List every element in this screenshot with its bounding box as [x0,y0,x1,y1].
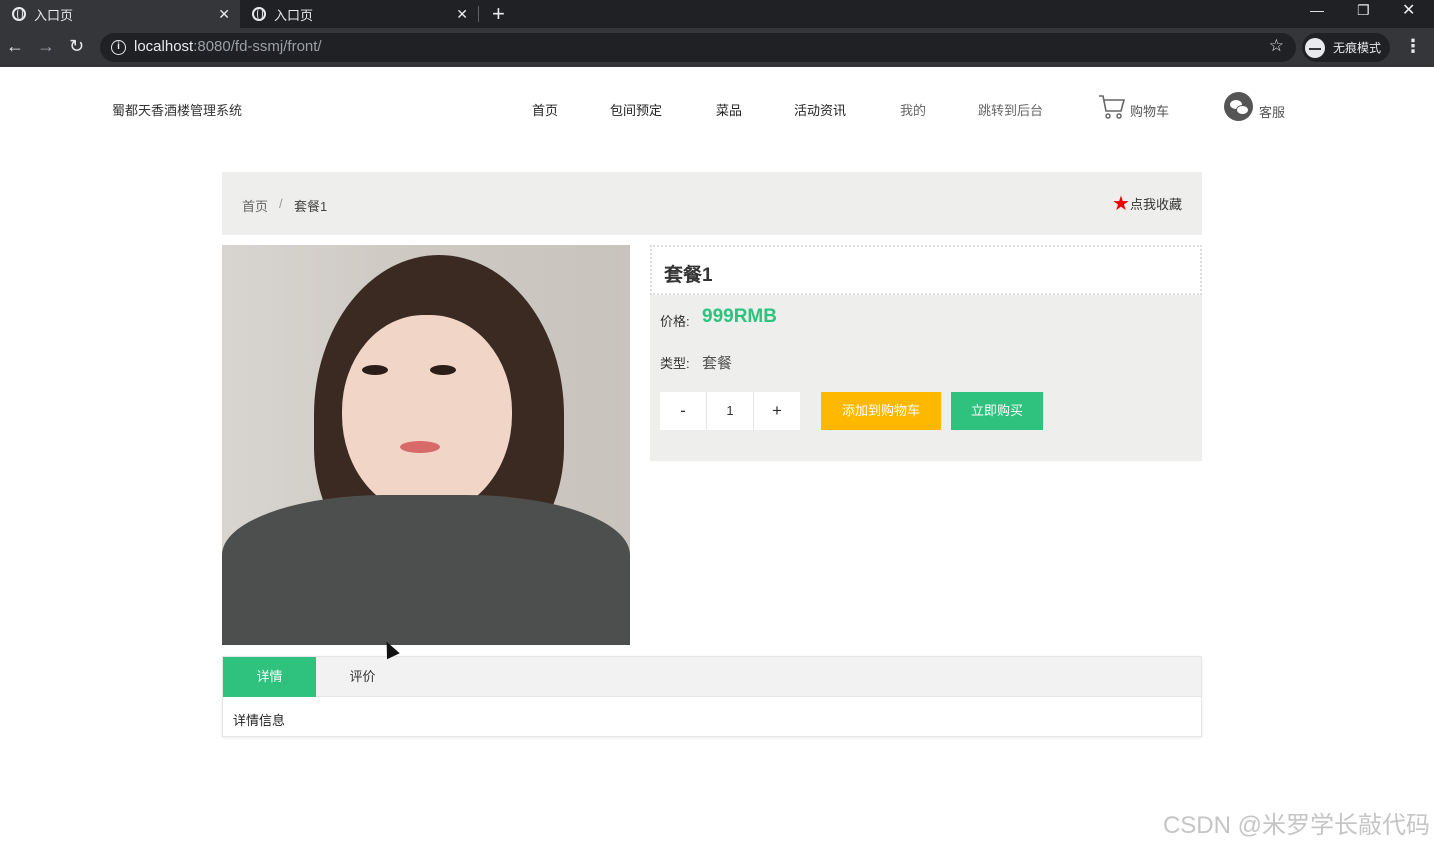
customer-service-link[interactable]: 客服 [1224,92,1285,121]
quantity-stepper: - 1 + [660,392,800,430]
add-to-cart-button[interactable]: 添加到购物车 [821,392,941,430]
cart-icon [1099,95,1126,119]
browser-tab[interactable]: 入口页 ✕ [0,0,240,28]
breadcrumb-bar: 首页 / 套餐1 ★ 点我收藏 [222,172,1202,235]
bookmark-star-icon[interactable]: ☆ [1269,36,1284,56]
breadcrumb-separator: / [279,196,283,211]
back-icon[interactable]: ← [6,36,24,57]
browser-menu-icon[interactable]: ⋮ [1404,36,1422,57]
browser-tab-strip: 入口页 ✕ 入口页 ✕ + — ❐ ✕ [0,0,1434,28]
product-price: 999RMB [702,306,777,327]
watermark: CSDN @米罗学长敲代码 [1162,812,1430,839]
site-title: 蜀都天香酒楼管理系统 [112,103,243,118]
photo-sweater [222,495,630,645]
new-tab-button[interactable]: + [492,1,505,27]
browser-tab[interactable]: 入口页 ✕ [240,0,478,28]
breadcrumb-current: 套餐1 [294,199,328,214]
url-host: localhost [134,38,194,55]
star-icon: ★ [1112,192,1130,215]
decrement-button[interactable]: - [660,392,706,430]
photo-eye [362,365,388,375]
increment-button[interactable]: + [754,392,800,430]
cart-label: 购物车 [1130,104,1170,119]
product-info-panel: 套餐1 价格: 999RMB 类型: 套餐 - 1 + 添加到购物车 立即购买 [650,245,1202,461]
product-name-box: 套餐1 [650,245,1202,295]
tab-reviews[interactable]: 评价 [316,657,409,697]
price-label: 价格: [660,314,690,329]
info-icon[interactable]: i [111,40,126,55]
tab-title: 入口页 [34,7,74,23]
breadcrumb-home[interactable]: 首页 [242,196,268,215]
buy-now-button[interactable]: 立即购买 [951,392,1043,430]
url-path: :8080/fd-ssmj/front/ [193,38,322,55]
service-label: 客服 [1259,105,1286,120]
nav-item-admin[interactable]: 跳转到后台 [978,100,1043,119]
globe-icon [252,7,266,21]
detail-tabs: 详情 评价 详情信息 [222,656,1202,737]
details-content: 详情信息 [233,713,286,728]
product-type: 套餐 [702,355,733,372]
photo-face [342,315,512,515]
nav-item-news[interactable]: 活动资讯 [794,100,846,119]
type-label: 类型: [660,356,690,371]
nav-item-home[interactable]: 首页 [532,100,558,119]
incognito-icon [1305,37,1325,58]
product-image [222,245,630,645]
favorite-button[interactable]: ★ 点我收藏 [1112,192,1182,215]
tab-divider [478,6,479,22]
photo-lips [400,441,440,453]
tab-title: 入口页 [274,7,314,23]
nav-item-room-booking[interactable]: 包间预定 [610,100,662,119]
incognito-label: 无痕模式 [1333,41,1382,55]
product-name: 套餐1 [664,265,713,286]
incognito-badge[interactable]: 无痕模式 [1302,33,1390,62]
photo-eye [430,365,456,375]
globe-icon [12,7,26,21]
url-text[interactable]: localhost:8080/fd-ssmj/front/ [134,38,322,55]
address-bar[interactable]: i localhost:8080/fd-ssmj/front/ ☆ [100,33,1296,62]
favorite-label: 点我收藏 [1129,197,1182,212]
browser-toolbar: ← → ↻ i localhost:8080/fd-ssmj/front/ ☆ … [0,28,1434,67]
nav-item-mine[interactable]: 我的 [900,100,926,119]
tabs-header: 详情 评价 [223,657,1201,697]
quantity-input[interactable]: 1 [706,392,754,430]
restore-icon[interactable]: ❐ [1357,2,1370,19]
reload-icon[interactable]: ↻ [69,36,84,57]
close-icon[interactable]: ✕ [218,6,230,23]
minimize-icon[interactable]: — [1310,2,1324,18]
forward-icon[interactable]: → [37,36,55,57]
close-icon[interactable]: ✕ [456,6,468,23]
cart-link[interactable]: 购物车 [1098,94,1169,120]
window-close-icon[interactable]: ✕ [1402,0,1415,20]
wechat-icon [1224,92,1253,121]
tab-details[interactable]: 详情 [223,657,316,697]
nav-item-dishes[interactable]: 菜品 [716,100,742,119]
